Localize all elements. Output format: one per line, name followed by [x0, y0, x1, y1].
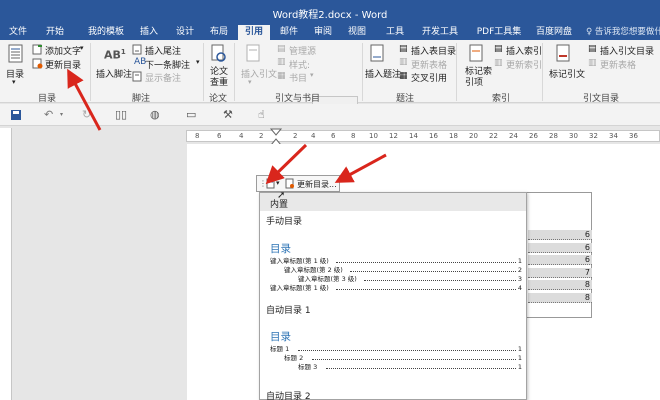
- arrow-to-update-toc: [67, 68, 102, 131]
- mouse-cursor-icon: ➚: [277, 190, 286, 201]
- arrow-to-toc-menu: [265, 143, 308, 185]
- arrow-to-update-mini: [334, 153, 387, 183]
- annotation-arrows: [67, 68, 387, 185]
